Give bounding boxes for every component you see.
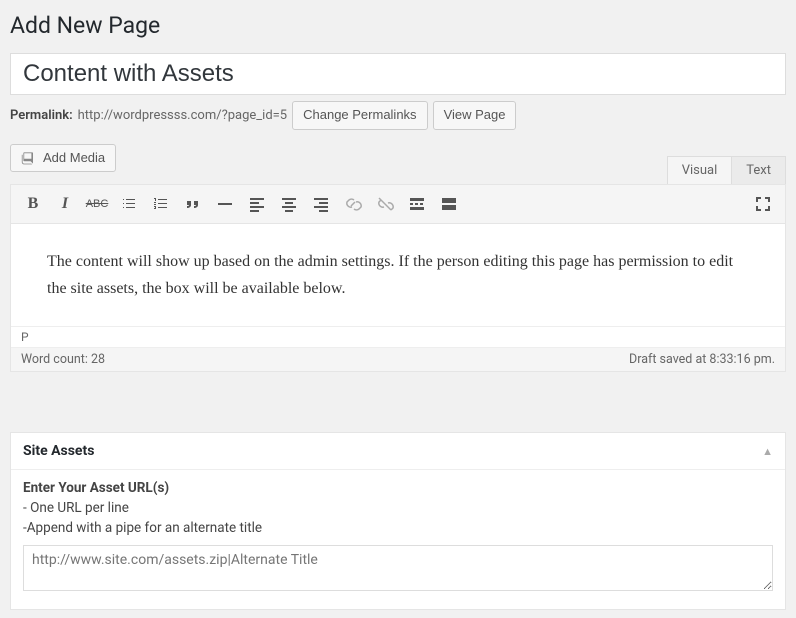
add-media-label: Add Media — [43, 150, 105, 165]
hr-button[interactable] — [209, 189, 241, 219]
align-center-button[interactable] — [273, 189, 305, 219]
italic-button[interactable]: I — [49, 189, 81, 219]
toolbar-toggle-button[interactable] — [433, 189, 465, 219]
fullscreen-icon — [753, 194, 773, 214]
align-right-icon — [311, 194, 331, 214]
assets-line1: - One URL per line — [23, 498, 773, 518]
site-assets-metabox: Site Assets ▲ Enter Your Asset URL(s) - … — [10, 432, 786, 610]
strikethrough-button[interactable]: ABC — [81, 189, 113, 219]
align-right-button[interactable] — [305, 189, 337, 219]
status-bar: Word count: 28 Draft saved at 8:33:16 pm… — [11, 347, 785, 371]
bullet-list-icon — [119, 194, 139, 214]
unlink-button[interactable] — [369, 189, 401, 219]
assets-line2: -Append with a pipe for an alternate tit… — [23, 518, 773, 538]
read-more-icon — [407, 194, 427, 214]
bold-icon: B — [28, 195, 39, 213]
metabox-title: Site Assets — [23, 443, 94, 459]
assets-textarea[interactable] — [23, 545, 773, 591]
hr-icon — [215, 194, 235, 214]
strikethrough-icon: ABC — [86, 198, 109, 210]
draft-saved: Draft saved at 8:33:16 pm. — [629, 352, 775, 367]
link-icon — [343, 194, 363, 214]
unlink-icon — [375, 194, 395, 214]
bold-button[interactable]: B — [17, 189, 49, 219]
editor-tabs: Visual Text — [668, 156, 786, 184]
editor: B I ABC The content will show up based o… — [10, 184, 786, 372]
numbered-list-icon — [151, 194, 171, 214]
change-permalinks-button[interactable]: Change Permalinks — [292, 101, 427, 130]
permalink-url: http://wordpressss.com/?page_id=5 — [78, 108, 287, 123]
element-path: P — [11, 326, 785, 347]
align-center-icon — [279, 194, 299, 214]
numbered-list-button[interactable] — [145, 189, 177, 219]
word-count: Word count: 28 — [21, 352, 105, 367]
link-button[interactable] — [337, 189, 369, 219]
fullscreen-button[interactable] — [747, 189, 779, 219]
italic-icon: I — [62, 195, 68, 213]
chevron-up-icon[interactable]: ▲ — [762, 445, 773, 458]
permalink-row: Permalink: http://wordpressss.com/?page_… — [10, 101, 786, 130]
assets-heading: Enter Your Asset URL(s) — [23, 480, 773, 496]
page-title: Add New Page — [10, 12, 786, 39]
post-title-input[interactable] — [10, 53, 786, 95]
metabox-body: Enter Your Asset URL(s) - One URL per li… — [11, 470, 785, 609]
blockquote-icon — [183, 194, 203, 214]
tab-text[interactable]: Text — [731, 156, 786, 184]
add-media-button[interactable]: Add Media — [10, 144, 116, 172]
blockquote-button[interactable] — [177, 189, 209, 219]
align-left-button[interactable] — [241, 189, 273, 219]
editor-toolbar: B I ABC — [11, 185, 785, 224]
view-page-button[interactable]: View Page — [433, 101, 517, 130]
tab-visual[interactable]: Visual — [667, 156, 733, 184]
read-more-button[interactable] — [401, 189, 433, 219]
permalink-label: Permalink: — [10, 108, 73, 123]
editor-content[interactable]: The content will show up based on the ad… — [11, 224, 785, 326]
bullet-list-button[interactable] — [113, 189, 145, 219]
align-left-icon — [247, 194, 267, 214]
media-icon — [21, 150, 37, 166]
metabox-header[interactable]: Site Assets ▲ — [11, 433, 785, 470]
media-row: Add Media Visual Text — [10, 144, 786, 184]
toolbar-toggle-icon — [439, 194, 459, 214]
